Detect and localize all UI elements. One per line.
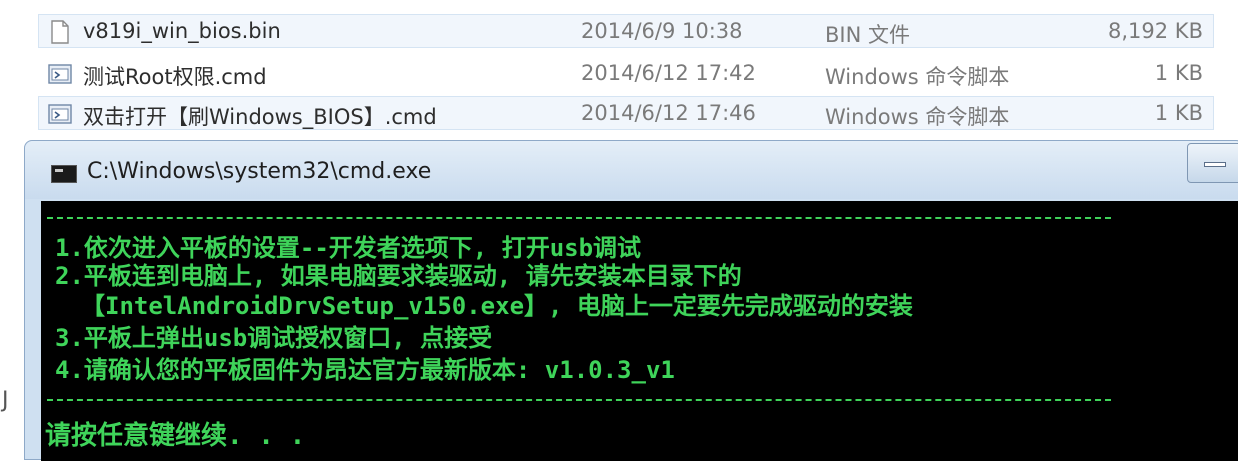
- file-size: 8,192 KB: [1108, 19, 1203, 43]
- edge-text: J: [2, 388, 9, 413]
- console-line: 2.平板连到电脑上, 如果电脑要求装驱动, 请先安装本目录下的: [55, 262, 742, 290]
- separator-line: [47, 399, 1111, 401]
- file-icon: [51, 20, 69, 44]
- console-output[interactable]: 1.依次进入平板的设置--开发者选项下, 打开usb调试 2.平板连到电脑上, …: [41, 201, 1238, 461]
- separator-line: [47, 217, 1111, 219]
- file-date: 2014/6/9 10:38: [581, 19, 743, 43]
- file-list: v819i_win_bios.bin 2014/6/9 10:38 BIN 文件…: [38, 10, 1214, 138]
- file-row-bios-bin[interactable]: v819i_win_bios.bin 2014/6/9 10:38 BIN 文件…: [38, 14, 1214, 48]
- file-type: Windows 命令脚本: [825, 65, 1010, 89]
- file-name: 双击打开【刷Windows_BIOS】.cmd: [83, 105, 437, 129]
- console-icon: [51, 165, 77, 183]
- file-date: 2014/6/12 17:42: [581, 61, 756, 85]
- press-any-key-prompt: 请按任意键继续. . .: [45, 421, 306, 451]
- minimize-button[interactable]: [1187, 143, 1238, 183]
- file-row-test-root-cmd[interactable]: 测试Root权限.cmd 2014/6/12 17:42 Windows 命令脚…: [38, 56, 1214, 90]
- file-row-flash-bios-cmd[interactable]: 双击打开【刷Windows_BIOS】.cmd 2014/6/12 17:46 …: [38, 96, 1214, 130]
- cmd-window[interactable]: C:\Windows\system32\cmd.exe 1.依次进入平板的设置-…: [24, 140, 1238, 461]
- cmd-titlebar[interactable]: C:\Windows\system32\cmd.exe: [25, 141, 1238, 199]
- file-date: 2014/6/12 17:46: [581, 101, 756, 125]
- file-type: Windows 命令脚本: [825, 105, 1010, 129]
- file-type: BIN 文件: [825, 23, 910, 47]
- cmd-script-icon: [48, 104, 72, 124]
- file-size: 1 KB: [1154, 61, 1203, 85]
- file-size: 1 KB: [1154, 101, 1203, 125]
- console-line: 【IntelAndroidDrvSetup_v150.exe】, 电脑上一定要先…: [81, 292, 913, 320]
- file-name: 测试Root权限.cmd: [83, 65, 267, 89]
- cmd-script-icon: [48, 64, 72, 84]
- console-line: 1.依次进入平板的设置--开发者选项下, 打开usb调试: [55, 234, 642, 262]
- window-title: C:\Windows\system32\cmd.exe: [87, 159, 432, 184]
- file-name: v819i_win_bios.bin: [83, 19, 281, 43]
- minimize-icon: [1204, 162, 1226, 167]
- console-line: 3.平板上弹出usb调试授权窗口, 点接受: [55, 324, 493, 352]
- console-line: 4.请确认您的平板固件为昂达官方最新版本: v1.0.3_v1: [55, 356, 675, 384]
